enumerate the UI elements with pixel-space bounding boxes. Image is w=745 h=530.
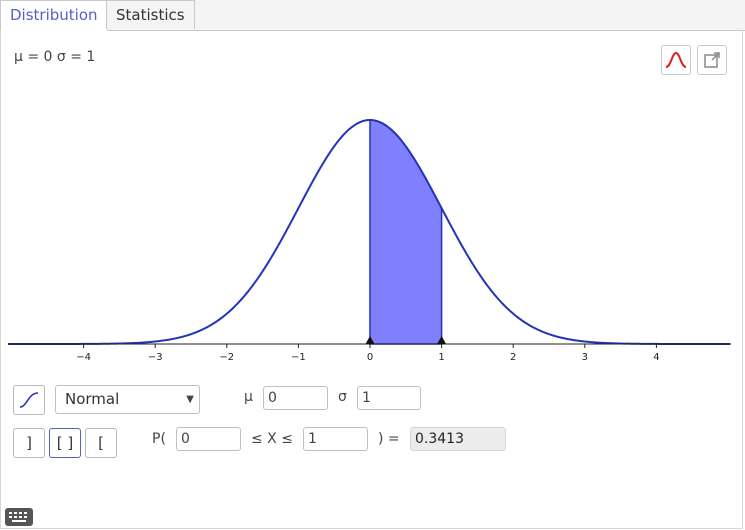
left-sided-label: ] xyxy=(26,434,32,452)
keyboard-icon xyxy=(9,512,27,522)
between-label: ≤ X ≤ xyxy=(251,431,293,447)
export-icon xyxy=(704,52,720,68)
tab-statistics[interactable]: Statistics xyxy=(106,0,195,29)
x-tick-label: 1 xyxy=(438,352,444,363)
curve-style-button[interactable] xyxy=(661,45,691,75)
left-sided-button[interactable]: ] xyxy=(13,428,45,458)
right-sided-label: [ xyxy=(98,434,104,452)
mu-label: μ xyxy=(244,389,253,405)
sigma-label: σ xyxy=(338,389,347,405)
cumulative-toggle-button[interactable] xyxy=(13,385,45,415)
upper-bound-input[interactable]: 1 xyxy=(303,427,368,451)
distribution-plot: −4 −3 −2 −1 0 1 2 3 4 xyxy=(8,119,731,363)
x-tick-label: −3 xyxy=(148,352,163,363)
x-tick-label: −4 xyxy=(76,352,91,363)
interval-button[interactable]: [ ] xyxy=(49,428,81,458)
x-tick-label: −1 xyxy=(291,352,306,363)
tab-bar: Distribution Statistics xyxy=(0,0,745,31)
cumulative-toggle-icon xyxy=(19,392,39,408)
export-button[interactable] xyxy=(697,45,727,75)
lower-bound-input[interactable]: 0 xyxy=(176,427,241,451)
x-tick-label: 0 xyxy=(367,352,373,363)
x-axis-ticks: −4 −3 −2 −1 0 1 2 3 4 xyxy=(76,344,660,363)
probability-open-label: P( xyxy=(152,431,166,447)
x-tick-label: −2 xyxy=(219,352,234,363)
tab-distribution[interactable]: Distribution xyxy=(0,0,108,31)
keyboard-button[interactable] xyxy=(5,508,33,526)
distribution-select[interactable]: Normal ▼ xyxy=(55,385,200,414)
equals-label: ) = xyxy=(378,431,400,447)
normal-curve-icon xyxy=(665,51,687,68)
right-sided-button[interactable]: [ xyxy=(85,428,117,458)
mu-input[interactable]: 0 xyxy=(263,386,328,410)
distribution-selected: Normal xyxy=(65,390,120,408)
density-curve xyxy=(8,119,730,345)
x-tick-label: 2 xyxy=(510,352,516,363)
interval-label: [ ] xyxy=(56,434,74,452)
shaded-probability-area xyxy=(369,119,443,345)
parameter-summary: μ = 0 σ = 1 xyxy=(14,49,96,65)
chevron-down-icon: ▼ xyxy=(186,394,194,405)
x-tick-label: 4 xyxy=(653,352,659,363)
sigma-input[interactable]: 1 xyxy=(357,386,421,410)
x-tick-label: 3 xyxy=(582,352,588,363)
probability-result: 0.3413 xyxy=(410,427,506,451)
